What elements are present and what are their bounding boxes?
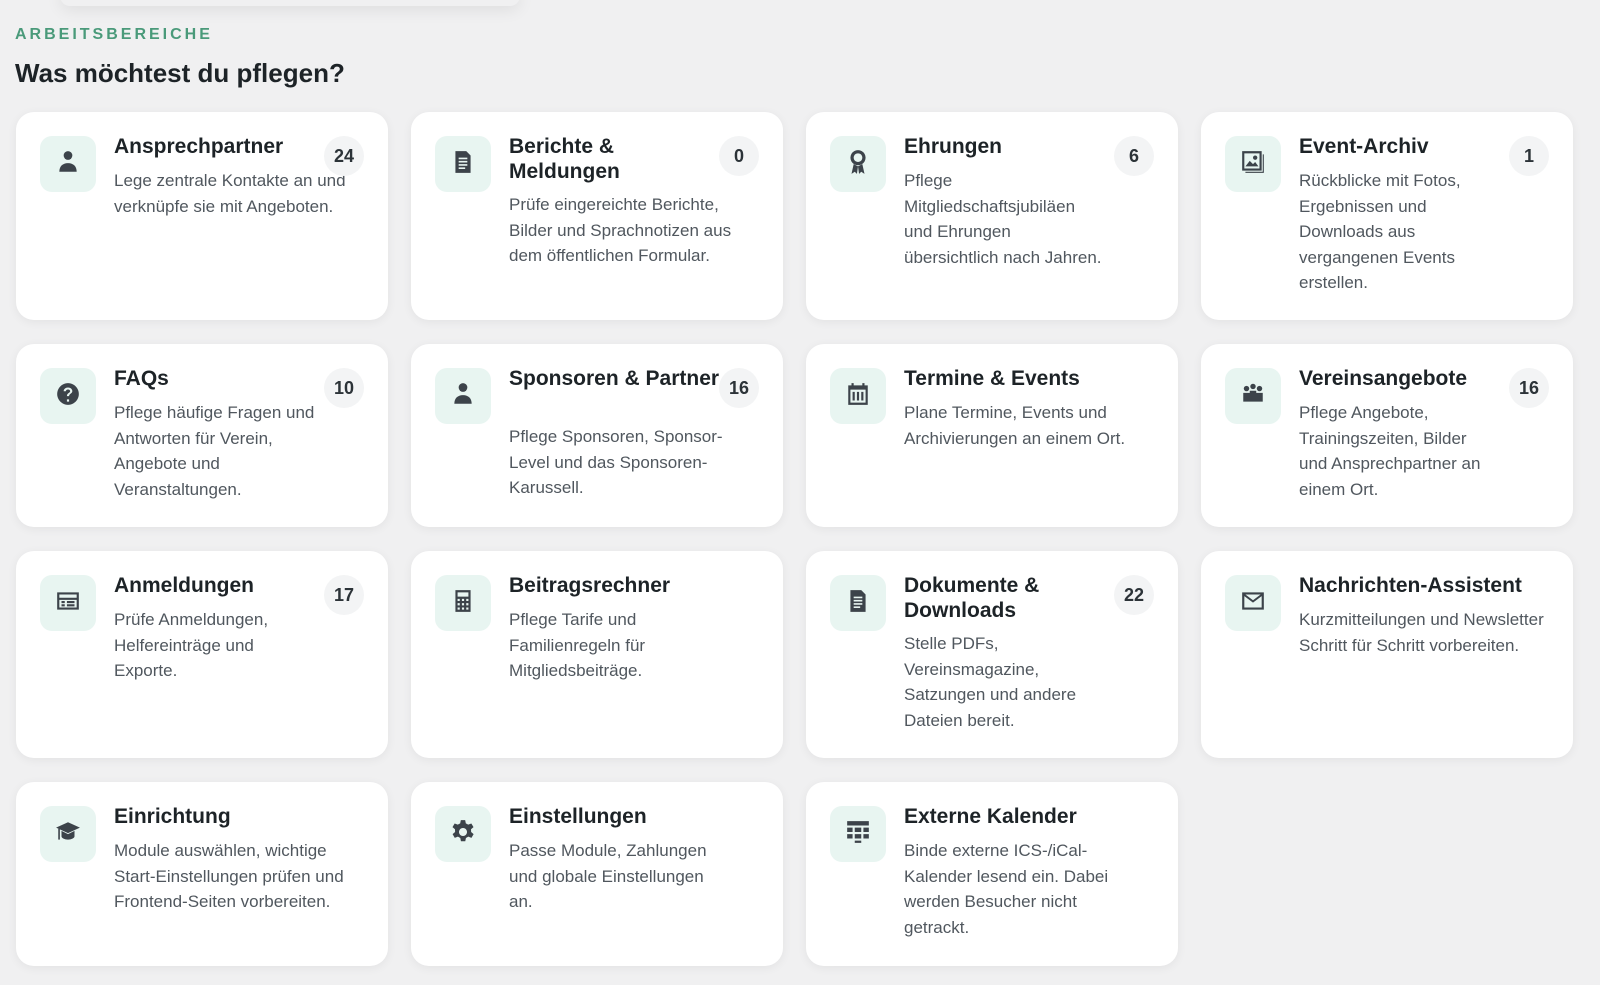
card-title: FAQs [114,367,169,390]
card-termine-events[interactable]: Termine & Events Plane Termine, Events u… [806,344,1178,527]
card-description: Pflege häufige Fragen und Antworten für … [114,403,315,499]
card-title: Vereinsangebote [1299,367,1468,390]
icon-container [830,575,886,631]
card-description: Lege zentrale Kontakte an und verknüpfe … [114,171,346,216]
card-description: Prüfe Anmeldungen, Helfereinträge und Ex… [114,610,269,680]
card-title: Ehrungen [904,135,1002,158]
card-nachrichten-assistent[interactable]: Nachrichten-Assistent Kurzmitteilungen u… [1201,551,1573,758]
card-sponsoren-partner[interactable]: Sponsoren & Partner Pflege Sponsoren, Sp… [411,344,783,527]
calculator-icon [450,588,476,619]
icon-container [40,136,96,192]
icon-container [435,368,491,424]
card-title: Einstellungen [509,805,647,828]
card-description: Passe Module, Zahlungen und globale Eins… [509,841,707,911]
count-badge: 24 [324,136,364,176]
document-icon [450,149,476,180]
forms-icon [55,588,81,619]
count-badge: 6 [1114,136,1154,176]
icon-container [1225,575,1281,631]
card-description: Stelle PDFs, Vereinsmagazine, Satzungen … [904,634,1077,730]
icon-container [830,806,886,862]
card-title: Externe Kalender [904,805,1077,828]
card-einrichtung[interactable]: Einrichtung Module auswählen, wichtige S… [16,782,388,966]
card-beitragsrechner[interactable]: Beitragsrechner Pflege Tarife und Famili… [411,551,783,758]
icon-container [40,806,96,862]
icon-container [1225,368,1281,424]
card-externe-kalender[interactable]: Externe Kalender Binde externe ICS-/iCal… [806,782,1178,966]
card-faqs[interactable]: FAQs Pflege häufige Fragen und Antworten… [16,344,388,527]
document-icon [845,588,871,619]
card-event-archiv[interactable]: Event-Archiv Rückblicke mit Fotos, Ergeb… [1201,112,1573,320]
card-description: Pflege Sponsoren, Sponsor-Level und das … [509,427,723,497]
card-description: Module auswählen, wichtige Start-Einstel… [114,841,344,911]
card-title: Sponsoren & Partner [509,367,720,390]
icon-container [830,136,886,192]
card-description: Pflege Angebote, Trainingszeiten, Bilder… [1299,403,1481,499]
card-description: Rückblicke mit Fotos, Ergebnissen und Do… [1299,171,1461,292]
count-badge: 10 [324,368,364,408]
graduation-cap-icon [55,819,81,850]
card-ansprechpartner[interactable]: Ansprechpartner Lege zentrale Kontakte a… [16,112,388,320]
calendar-icon [845,381,871,412]
card-title: Anmeldungen [114,574,254,597]
card-description: Plane Termine, Events und Archivierungen… [904,403,1126,448]
icon-container [435,136,491,192]
card-grid: Ansprechpartner Lege zentrale Kontakte a… [16,112,1574,966]
card-description: Binde externe ICS-/iCal-Kalender lesend … [904,841,1109,937]
count-badge: 1 [1509,136,1549,176]
card-einstellungen[interactable]: Einstellungen Passe Module, Zahlungen un… [411,782,783,966]
card-ehrungen[interactable]: Ehrungen Pflege Mitgliedschaftsjubiläen … [806,112,1178,320]
page: ARBEITSBEREICHE Was möchtest du pflegen?… [0,0,1600,985]
count-badge: 16 [719,368,759,408]
card-title: Berichte & Meldungen [509,135,620,183]
icon-container [1225,136,1281,192]
card-title: Event-Archiv [1299,135,1429,158]
award-icon [845,149,871,180]
section-eyebrow: ARBEITSBEREICHE [15,26,213,43]
card-title: Termine & Events [904,367,1080,390]
gallery-icon [1240,149,1266,180]
icon-container [435,575,491,631]
person-icon [450,381,476,412]
count-badge: 16 [1509,368,1549,408]
icon-container [435,806,491,862]
section-heading: Was möchtest du pflegen? [15,58,345,88]
card-dokumente-downloads[interactable]: Dokumente & Downloads Stelle PDFs, Verei… [806,551,1178,758]
card-title: Einrichtung [114,805,231,828]
count-badge: 17 [324,575,364,615]
count-badge: 0 [719,136,759,176]
card-description: Pflege Mitgliedschaftsjubiläen und Ehrun… [904,171,1102,267]
card-title: Ansprechpartner [114,135,284,158]
card-vereinsangebote[interactable]: Vereinsangebote Pflege Angebote, Trainin… [1201,344,1573,527]
icon-container [830,368,886,424]
icon-container [40,368,96,424]
card-berichte-meldungen[interactable]: Berichte & Meldungen Prüfe eingereichte … [411,112,783,320]
count-badge: 22 [1114,575,1154,615]
icon-container [40,575,96,631]
card-description: Prüfe eingereichte Berichte, Bilder und … [509,195,732,265]
card-description: Pflege Tarife und Familienregeln für Mit… [509,610,646,680]
groups-icon [1240,381,1266,412]
help-icon [55,381,81,412]
gear-icon [450,819,476,850]
top-shadow [60,0,520,6]
card-anmeldungen[interactable]: Anmeldungen Prüfe Anmeldungen, Helferein… [16,551,388,758]
card-title: Dokumente & Downloads [904,574,1040,622]
card-title: Nachrichten-Assistent [1299,574,1522,597]
grid-calendar-icon [845,819,871,850]
email-icon [1240,588,1266,619]
person-icon [55,149,81,180]
card-description: Kurzmitteilungen und Newsletter Schritt … [1299,610,1544,655]
card-title: Beitragsrechner [509,574,671,597]
